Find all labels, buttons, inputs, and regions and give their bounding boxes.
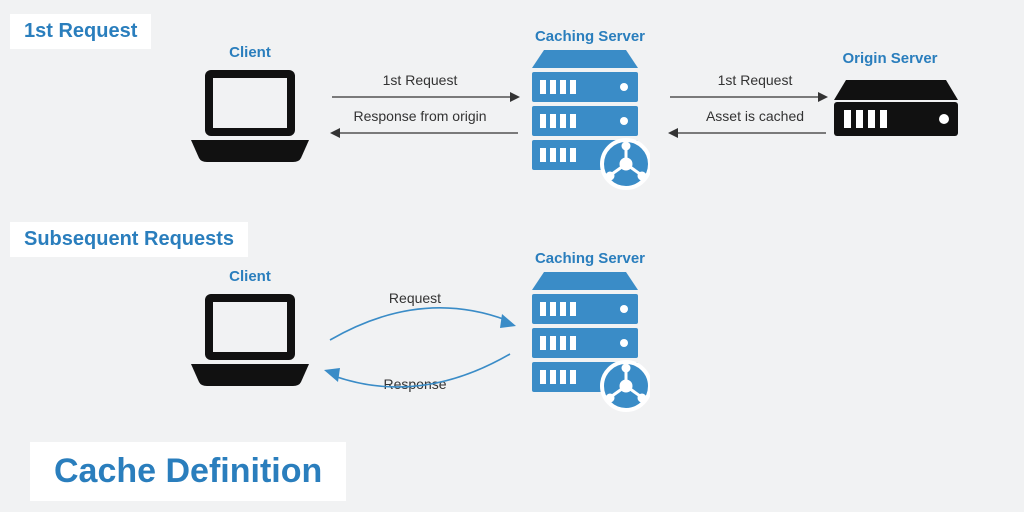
arrow-label-1st-request-right: 1st Request — [680, 72, 830, 88]
caching-server-label-1: Caching Server — [520, 28, 660, 45]
arrow-label-asset-is-cached: Asset is cached — [680, 108, 830, 124]
caching-server-label-2: Caching Server — [520, 250, 660, 267]
curved-arrow-right-icon — [320, 300, 520, 350]
origin-server-label: Origin Server — [830, 50, 950, 67]
caching-server-icon — [530, 268, 650, 418]
arrow-left-icon — [668, 126, 828, 140]
arrow-label-response-from-origin: Response from origin — [330, 108, 510, 124]
arrow-label-1st-request-left: 1st Request — [330, 72, 510, 88]
arrow-right-icon — [330, 90, 520, 104]
diagram-title: Cache Definition — [30, 442, 346, 501]
arrow-left-icon — [330, 126, 520, 140]
client-label-2: Client — [200, 268, 300, 285]
curved-arrow-left-icon — [320, 346, 520, 396]
laptop-icon — [185, 286, 315, 396]
section-first-request-header: 1st Request — [10, 14, 151, 49]
arrow-right-icon — [668, 90, 828, 104]
laptop-icon — [185, 62, 315, 172]
section-subsequent-requests-header: Subsequent Requests — [10, 222, 248, 257]
client-label-1: Client — [200, 44, 300, 61]
caching-server-icon — [530, 46, 650, 196]
origin-server-icon — [832, 78, 960, 148]
